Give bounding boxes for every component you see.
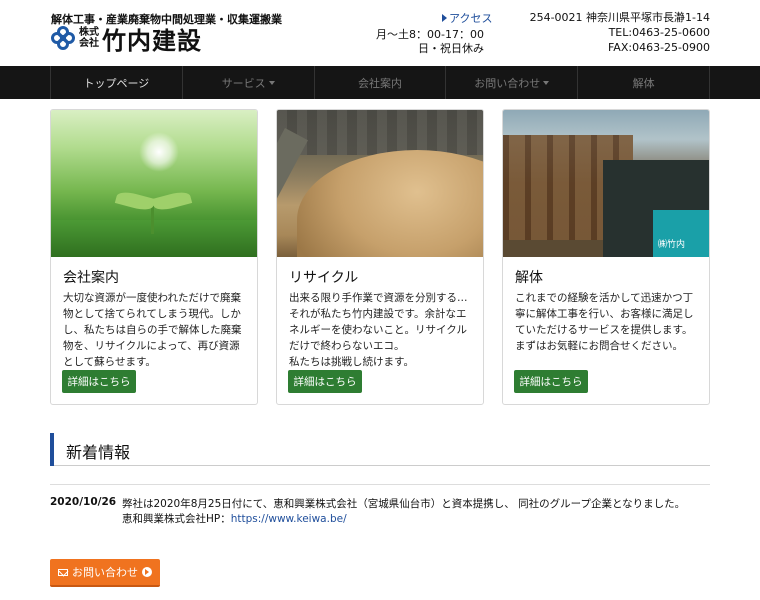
heading-accent-bar bbox=[50, 433, 54, 466]
details-button[interactable]: 詳細はこちら bbox=[62, 370, 136, 393]
access-label: アクセス bbox=[449, 12, 493, 25]
envelope-icon bbox=[58, 568, 68, 576]
caret-down-icon bbox=[268, 80, 275, 85]
nav-item-demolition[interactable]: 解体 bbox=[577, 66, 710, 99]
card-title: リサイクル bbox=[289, 270, 359, 286]
news-title: 新着情報 bbox=[66, 443, 131, 462]
nav-item-contact[interactable]: お問い合わせ bbox=[445, 66, 577, 99]
nav-label: サービス bbox=[221, 76, 266, 90]
contact-button[interactable]: お問い合わせ bbox=[50, 559, 160, 587]
triangle-right-icon bbox=[442, 14, 447, 22]
news-link[interactable]: https://www.keiwa.be/ bbox=[231, 513, 347, 525]
news-date: 2020/10/26 bbox=[50, 496, 117, 508]
card-company: 会社案内 大切な資源が一度使われただけで廃棄物として捨てられてしまう現代。しかし… bbox=[50, 109, 258, 405]
contact-info: 254-0021 神奈川県平塚市長瀞1-14 TEL:0463-25-0600 … bbox=[530, 10, 710, 55]
nav-label: 解体 bbox=[632, 76, 655, 90]
chevron-right-circle-icon bbox=[142, 567, 152, 577]
nav-label: お問い合わせ bbox=[474, 76, 541, 90]
caret-down-icon bbox=[543, 80, 550, 85]
card-image-sprout bbox=[51, 110, 257, 257]
card-demolition: ㈱竹内 解体 これまでの経験を活かして迅速かつ丁寧に解体工事を行い、お客様に満足… bbox=[502, 109, 710, 405]
nav-label: トップページ bbox=[83, 76, 150, 90]
divider bbox=[50, 484, 710, 485]
card-image-demolition: ㈱竹内 bbox=[503, 110, 709, 257]
holiday-note: 日・祝日休み bbox=[418, 42, 484, 55]
logo-mark-icon bbox=[51, 26, 75, 50]
logo-small-text: 株式 会社 bbox=[79, 27, 99, 49]
tel: TEL:0463-25-0600 bbox=[608, 26, 710, 39]
card-text: 出来る限り手作業で資源を分別する…それが私たち竹内建設です。余計なエネルギーを使… bbox=[289, 290, 473, 370]
card-text: これまでの経験を活かして迅速かつ丁寧に解体工事を行い、お客様に満足していただける… bbox=[515, 290, 699, 354]
card-title: 会社案内 bbox=[63, 270, 119, 286]
card-text-body: 大切な資源が一度使われただけで廃棄物として捨てられてしまう現代。しかし、私たちは… bbox=[63, 292, 242, 368]
card-recycle: リサイクル 出来る限り手作業で資源を分別する…それが私たち竹内建設です。余計なエ… bbox=[276, 109, 484, 405]
logo-small-bottom: 会社 bbox=[79, 38, 99, 49]
logo-name: 竹内建設 bbox=[102, 25, 202, 55]
news-link-prefix: 恵和興業株式会社HP： bbox=[122, 513, 231, 525]
company-logo[interactable]: 株式 会社 竹内建設 bbox=[51, 24, 202, 55]
news-link-line: 恵和興業株式会社HP：https://www.keiwa.be/ bbox=[122, 511, 347, 526]
nav-item-company[interactable]: 会社案内 bbox=[313, 66, 446, 99]
site-header: 解体工事・産業廃棄物中間処理業・収集運搬業 株式 会社 竹内建設 アクセス 月〜… bbox=[0, 0, 760, 66]
news-text: 弊社は2020年8月25日付にて、恵和興業株式会社（宮城県仙台市）と資本提携し、… bbox=[122, 498, 686, 510]
details-button[interactable]: 詳細はこちら bbox=[514, 370, 588, 393]
news-heading: 新着情報 bbox=[50, 433, 710, 466]
card-image-woodchips bbox=[277, 110, 483, 257]
address: 254-0021 神奈川県平塚市長瀞1-14 bbox=[529, 11, 710, 24]
card-text: 大切な資源が一度使われただけで廃棄物として捨てられてしまう現代。しかし、私たちは… bbox=[63, 290, 247, 370]
logo-small-top: 株式 bbox=[79, 27, 99, 38]
nav-label: 会社案内 bbox=[357, 76, 402, 90]
card-text-body: これまでの経験を活かして迅速かつ丁寧に解体工事を行い、お客様に満足していただける… bbox=[515, 292, 694, 352]
card-title: 解体 bbox=[515, 270, 543, 286]
truck-label: ㈱竹内 bbox=[658, 240, 686, 250]
card-text-body: 出来る限り手作業で資源を分別する…それが私たち竹内建設です。余計なエネルギーを使… bbox=[289, 292, 468, 352]
nav-item-service[interactable]: サービス bbox=[181, 66, 314, 99]
contact-button-label: お問い合わせ bbox=[72, 566, 138, 579]
card-text-body: 私たちは挑戦し続けます。 bbox=[289, 356, 414, 368]
nav-item-top[interactable]: トップページ bbox=[50, 66, 182, 99]
access-link[interactable]: アクセス bbox=[442, 10, 492, 26]
main-nav: トップページ サービス 会社案内 お問い合わせ 解体 bbox=[0, 66, 760, 99]
fax: FAX:0463-25-0900 bbox=[607, 41, 710, 54]
details-button[interactable]: 詳細はこちら bbox=[288, 370, 362, 393]
